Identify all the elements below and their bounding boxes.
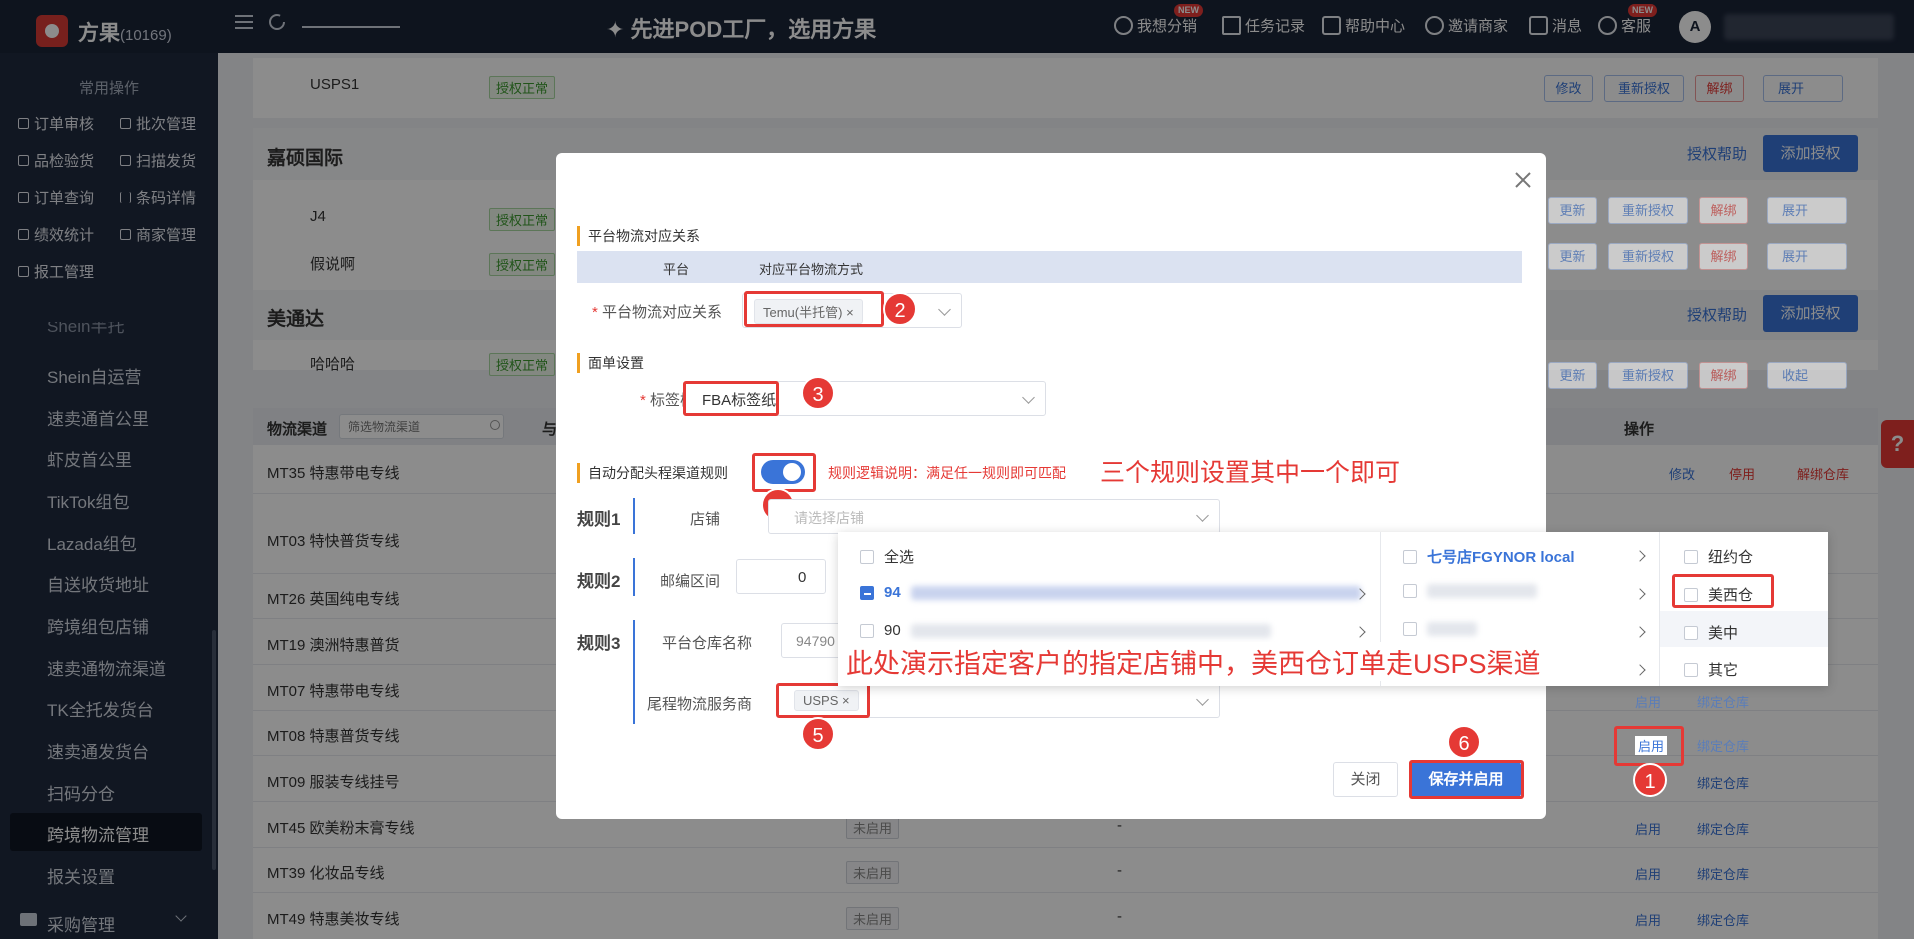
option-label: 纽约仓 (1708, 549, 1754, 566)
cascader-select-all[interactable]: 全选 (860, 546, 914, 567)
mapping-table-header (577, 251, 1522, 283)
chevron-right-icon (1634, 626, 1646, 638)
enable-link[interactable]: 启用 (1635, 692, 1661, 711)
chevron-down-icon (1196, 509, 1209, 522)
rule1-title: 规则1 (577, 510, 621, 529)
close-icon[interactable] (1511, 168, 1535, 192)
option-label: 90 (884, 622, 901, 639)
cascader-wh-other[interactable]: 其它 (1684, 659, 1738, 680)
chevron-down-icon (1196, 693, 1209, 706)
chevron-down-icon (1022, 391, 1035, 404)
unbind-button[interactable]: 解绑 (1699, 362, 1748, 389)
chevron-right-icon (1354, 626, 1366, 638)
close-button[interactable]: 关闭 (1333, 762, 1398, 797)
th-platform: 平台 (663, 262, 690, 277)
channel-rule-modal: 平台物流对应关系 平台 对应平台物流方式 * 平台物流对应关系 Temu(半托管… (556, 153, 1546, 819)
step-marker-6: 6 (1447, 725, 1481, 759)
blurred-customer-name (910, 623, 1271, 638)
update-button[interactable]: 更新 (1548, 362, 1597, 389)
chevron-right-icon (1634, 588, 1646, 600)
section-platform-mapping: 平台物流对应关系 (577, 226, 700, 246)
highlight-save (1409, 760, 1524, 799)
collapse-button[interactable]: 收起 (1767, 362, 1847, 389)
option-label: 全选 (884, 549, 915, 566)
cascader-shop[interactable] (1403, 584, 1537, 598)
rule3-title: 规则3 (577, 634, 621, 653)
cascader-wh-central[interactable]: 美中 (1684, 622, 1738, 643)
blurred-shop-name (1427, 622, 1477, 636)
checkbox[interactable] (860, 549, 874, 564)
option-label: 七号店FGYNOR local (1427, 549, 1575, 566)
annotation-demo: 此处演示指定客户的指定店铺中，美西仓订单走USPS渠道 (842, 642, 1545, 681)
checkbox[interactable] (1403, 549, 1417, 564)
blurred-customer-name (910, 585, 1361, 600)
checkbox-indeterminate[interactable] (860, 585, 874, 600)
label-warehouse: 平台仓库名称 (661, 635, 752, 652)
highlight-toggle (752, 453, 816, 492)
highlight-template (683, 381, 779, 416)
cascader-wh-ny[interactable]: 纽约仓 (1684, 546, 1753, 567)
chevron-down-icon (938, 303, 951, 316)
checkbox[interactable] (1403, 584, 1417, 598)
rule1-bar (633, 498, 635, 534)
highlight-west-warehouse (1672, 574, 1774, 608)
annotation-rules: 三个规则设置其中一个即可 (1100, 459, 1401, 487)
shop-placeholder: 请选择店铺 (794, 510, 864, 526)
cascader-divider (1659, 532, 1660, 686)
expand-button[interactable]: 展开 (1767, 197, 1847, 224)
step-marker-3: 3 (801, 376, 835, 410)
zip-input[interactable] (736, 559, 826, 594)
highlight-carrier (776, 683, 870, 718)
unbind-button[interactable]: 解绑 (1699, 197, 1748, 224)
label-auto-assign: 自动分配头程渠道规则 (577, 463, 728, 483)
label-shop: 店铺 (689, 511, 720, 528)
checkbox[interactable] (1684, 662, 1698, 677)
rule-description: 规则逻辑说明：满足任一规则即可匹配 (828, 465, 1066, 481)
th-method: 对应平台物流方式 (759, 262, 864, 277)
step-marker-2: 2 (883, 292, 917, 326)
warehouse-value: 94790 (796, 633, 835, 649)
chevron-right-icon (1634, 550, 1646, 562)
cascader-customer-94[interactable]: 94 (860, 584, 1361, 601)
bind-warehouse-link[interactable]: 绑定仓库 (1697, 736, 1749, 755)
rule2-bar (633, 558, 635, 596)
checkbox[interactable] (860, 623, 874, 638)
option-label: 美中 (1708, 625, 1739, 642)
chevron-right-icon (1634, 664, 1646, 676)
reauth-button[interactable]: 重新授权 (1608, 243, 1688, 270)
step-marker-1: 1 (1633, 763, 1667, 797)
label-mapping: * 平台物流对应关系 (592, 304, 723, 321)
zip-value: 0 (798, 569, 807, 586)
checkbox[interactable] (1684, 549, 1698, 564)
label-zip: 邮编区间 (659, 573, 720, 590)
bind-warehouse-link[interactable]: 绑定仓库 (1697, 692, 1749, 711)
option-label: 其它 (1708, 662, 1739, 679)
blurred-shop-name (1427, 584, 1537, 598)
rule2-title: 规则2 (577, 572, 621, 591)
label-carrier: 尾程物流服务商 (646, 696, 752, 713)
checkbox[interactable] (1403, 622, 1417, 636)
update-button[interactable]: 更新 (1548, 197, 1597, 224)
update-button[interactable]: 更新 (1548, 243, 1597, 270)
enable-link-mt08[interactable]: 启用 (1635, 736, 1668, 755)
reauth-button[interactable]: 重新授权 (1608, 197, 1688, 224)
cascader-shop-7[interactable]: 七号店FGYNOR local (1403, 546, 1575, 567)
checkbox[interactable] (1684, 625, 1698, 640)
label-text: 平台物流对应关系 (602, 304, 723, 321)
option-label: 94 (884, 584, 901, 601)
cascader-shop[interactable] (1403, 622, 1477, 636)
reauth-button[interactable]: 重新授权 (1608, 362, 1688, 389)
step-marker-5: 5 (801, 717, 835, 751)
shop-cascader: 全选 94 90 七号店FGYNOR local 纽约仓 美西仓 美中 其它 此… (838, 532, 1828, 686)
expand-button[interactable]: 展开 (1767, 243, 1847, 270)
cascader-customer-90[interactable]: 90 (860, 622, 1271, 639)
highlight-mapping (744, 291, 884, 327)
unbind-button[interactable]: 解绑 (1699, 243, 1748, 270)
section-label-settings: 面单设置 (577, 353, 644, 373)
